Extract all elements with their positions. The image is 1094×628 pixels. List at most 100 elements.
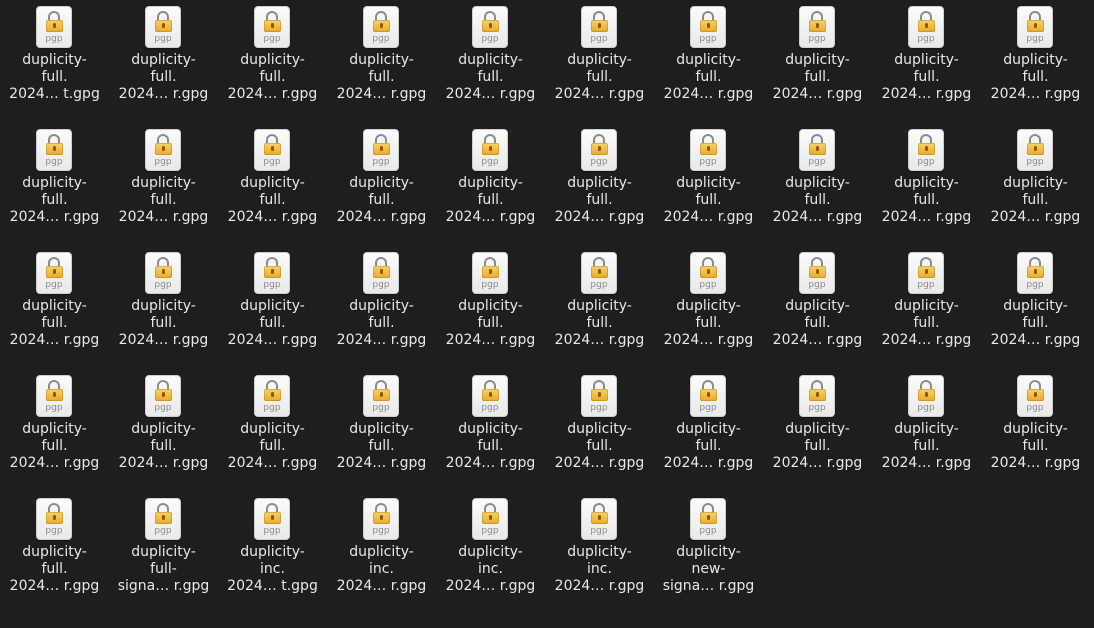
encrypted-file-icon: pgp bbox=[254, 498, 290, 540]
file-name: duplicity-full. 2024… r.gpg bbox=[981, 421, 1090, 472]
file-name-line: duplicity- bbox=[894, 421, 959, 437]
file-type-label: pgp bbox=[590, 280, 608, 290]
file-item[interactable]: pgp duplicity-full. 2024… r.gpg bbox=[218, 123, 327, 246]
file-type-label: pgp bbox=[917, 157, 935, 167]
file-item[interactable]: pgp duplicity-inc. 2024… r.gpg bbox=[545, 492, 654, 615]
file-name-line: duplicity- bbox=[22, 52, 87, 68]
file-item[interactable]: pgp duplicity-full. 2024… r.gpg bbox=[763, 369, 872, 492]
file-item[interactable]: pgp duplicity-full. 2024… r.gpg bbox=[436, 0, 545, 123]
file-item[interactable]: pgp duplicity-full. 2024… r.gpg bbox=[981, 246, 1090, 369]
file-name-line: duplicity- bbox=[22, 175, 87, 191]
lock-icon bbox=[918, 389, 935, 401]
file-name: duplicity-full. 2024… r.gpg bbox=[109, 298, 218, 349]
keyhole-icon bbox=[489, 515, 492, 520]
file-name-line: duplicity- bbox=[458, 52, 523, 68]
file-item[interactable]: pgp duplicity-full-signa… r.gpg bbox=[109, 492, 218, 615]
file-item[interactable]: pgp duplicity-full. 2024… r.gpg bbox=[218, 369, 327, 492]
file-grid: pgp duplicity-full. 2024… t.gpg pgp duplicit… bbox=[0, 0, 1094, 628]
file-item[interactable]: pgp duplicity-full. 2024… r.gpg bbox=[218, 0, 327, 123]
lock-icon bbox=[700, 143, 717, 155]
keyhole-icon bbox=[53, 146, 56, 151]
file-name: duplicity-full. 2024… r.gpg bbox=[0, 175, 109, 226]
file-item[interactable]: pgp duplicity-inc. 2024… r.gpg bbox=[436, 492, 545, 615]
file-item[interactable]: pgp duplicity-full. 2024… r.gpg bbox=[981, 0, 1090, 123]
file-item[interactable]: pgp duplicity-full. 2024… r.gpg bbox=[327, 246, 436, 369]
file-item[interactable]: pgp duplicity-full. 2024… r.gpg bbox=[327, 123, 436, 246]
file-type-label: pgp bbox=[263, 403, 281, 413]
file-item[interactable]: pgp duplicity-full. 2024… r.gpg bbox=[327, 0, 436, 123]
encrypted-file-icon: pgp bbox=[799, 6, 835, 48]
keyhole-icon bbox=[1034, 269, 1037, 274]
file-type-label: pgp bbox=[154, 403, 172, 413]
file-name-line: duplicity- bbox=[240, 544, 305, 560]
file-name-line: full. bbox=[259, 69, 286, 85]
file-item[interactable]: pgp duplicity-full. 2024… r.gpg bbox=[0, 123, 109, 246]
file-item[interactable]: pgp duplicity-new-signa… r.gpg bbox=[654, 492, 763, 615]
file-name-line: duplicity- bbox=[567, 298, 632, 314]
file-item[interactable]: pgp duplicity-full. 2024… r.gpg bbox=[436, 246, 545, 369]
file-item[interactable]: pgp duplicity-full. 2024… r.gpg bbox=[545, 123, 654, 246]
keyhole-icon bbox=[162, 392, 165, 397]
file-name: duplicity-full. 2024… r.gpg bbox=[872, 421, 981, 472]
lock-icon bbox=[591, 20, 608, 32]
file-item[interactable]: pgp duplicity-full. 2024… r.gpg bbox=[981, 369, 1090, 492]
file-item[interactable]: pgp duplicity-inc. 2024… t.gpg bbox=[218, 492, 327, 615]
file-item[interactable]: pgp duplicity-full. 2024… r.gpg bbox=[763, 123, 872, 246]
file-item[interactable]: pgp duplicity-full. 2024… r.gpg bbox=[109, 123, 218, 246]
file-item[interactable]: pgp duplicity-inc. 2024… r.gpg bbox=[327, 492, 436, 615]
file-item[interactable]: pgp duplicity-full. 2024… r.gpg bbox=[872, 123, 981, 246]
file-item[interactable]: pgp duplicity-full. 2024… r.gpg bbox=[654, 123, 763, 246]
file-item[interactable]: pgp duplicity-full. 2024… r.gpg bbox=[654, 246, 763, 369]
file-name: duplicity-full. 2024… r.gpg bbox=[981, 298, 1090, 349]
file-name-line: inc. bbox=[260, 561, 285, 577]
file-item[interactable]: pgp duplicity-full. 2024… r.gpg bbox=[872, 246, 981, 369]
file-name: duplicity-full. 2024… r.gpg bbox=[654, 52, 763, 103]
file-item[interactable]: pgp duplicity-full. 2024… r.gpg bbox=[545, 369, 654, 492]
file-item[interactable]: pgp duplicity-full. 2024… r.gpg bbox=[654, 369, 763, 492]
file-name-line: full. bbox=[41, 192, 68, 208]
file-item[interactable]: pgp duplicity-full. 2024… r.gpg bbox=[872, 369, 981, 492]
file-item[interactable]: pgp duplicity-full. 2024… r.gpg bbox=[0, 369, 109, 492]
file-name-line: full. bbox=[913, 69, 940, 85]
file-name: duplicity-full. 2024… r.gpg bbox=[0, 421, 109, 472]
file-item[interactable]: pgp duplicity-full. 2024… r.gpg bbox=[763, 246, 872, 369]
file-item[interactable]: pgp duplicity-full. 2024… r.gpg bbox=[436, 123, 545, 246]
file-item[interactable]: pgp duplicity-full. 2024… r.gpg bbox=[218, 246, 327, 369]
file-name-line: full. bbox=[150, 192, 177, 208]
file-name: duplicity-full. 2024… r.gpg bbox=[763, 175, 872, 226]
file-item[interactable]: pgp duplicity-full. 2024… r.gpg bbox=[763, 0, 872, 123]
file-name-line: duplicity- bbox=[1003, 175, 1068, 191]
file-item[interactable]: pgp duplicity-full. 2024… r.gpg bbox=[327, 369, 436, 492]
lock-icon bbox=[373, 143, 390, 155]
file-name: duplicity-new-signa… r.gpg bbox=[654, 544, 763, 595]
file-item[interactable]: pgp duplicity-full. 2024… r.gpg bbox=[109, 369, 218, 492]
file-item[interactable]: pgp duplicity-full. 2024… r.gpg bbox=[436, 369, 545, 492]
file-type-label: pgp bbox=[372, 280, 390, 290]
file-type-label: pgp bbox=[699, 157, 717, 167]
keyhole-icon bbox=[53, 23, 56, 28]
file-type-label: pgp bbox=[372, 34, 390, 44]
keyhole-icon bbox=[489, 146, 492, 151]
file-item[interactable]: pgp duplicity-full. 2024… r.gpg bbox=[545, 0, 654, 123]
file-item[interactable]: pgp duplicity-full. 2024… r.gpg bbox=[981, 123, 1090, 246]
file-item[interactable]: pgp duplicity-full. 2024… r.gpg bbox=[654, 0, 763, 123]
file-item[interactable]: pgp duplicity-full. 2024… t.gpg bbox=[0, 0, 109, 123]
file-type-label: pgp bbox=[917, 403, 935, 413]
file-type-label: pgp bbox=[1026, 280, 1044, 290]
file-name-line: 2024… r.gpg bbox=[445, 332, 536, 348]
file-item[interactable]: pgp duplicity-full. 2024… r.gpg bbox=[0, 246, 109, 369]
keyhole-icon bbox=[598, 392, 601, 397]
file-name-line: inc. bbox=[369, 561, 394, 577]
file-item[interactable]: pgp duplicity-full. 2024… r.gpg bbox=[109, 246, 218, 369]
lock-icon bbox=[46, 20, 63, 32]
file-name-line: full- bbox=[150, 561, 177, 577]
file-item[interactable]: pgp duplicity-full. 2024… r.gpg bbox=[872, 0, 981, 123]
file-item[interactable]: pgp duplicity-full. 2024… r.gpg bbox=[109, 0, 218, 123]
file-name-line: duplicity- bbox=[349, 544, 414, 560]
file-name-line: duplicity- bbox=[349, 52, 414, 68]
file-type-label: pgp bbox=[372, 403, 390, 413]
file-item[interactable]: pgp duplicity-full. 2024… r.gpg bbox=[0, 492, 109, 615]
file-name: duplicity-full. 2024… r.gpg bbox=[218, 421, 327, 472]
file-item[interactable]: pgp duplicity-full. 2024… r.gpg bbox=[545, 246, 654, 369]
file-name-line: duplicity- bbox=[567, 52, 632, 68]
